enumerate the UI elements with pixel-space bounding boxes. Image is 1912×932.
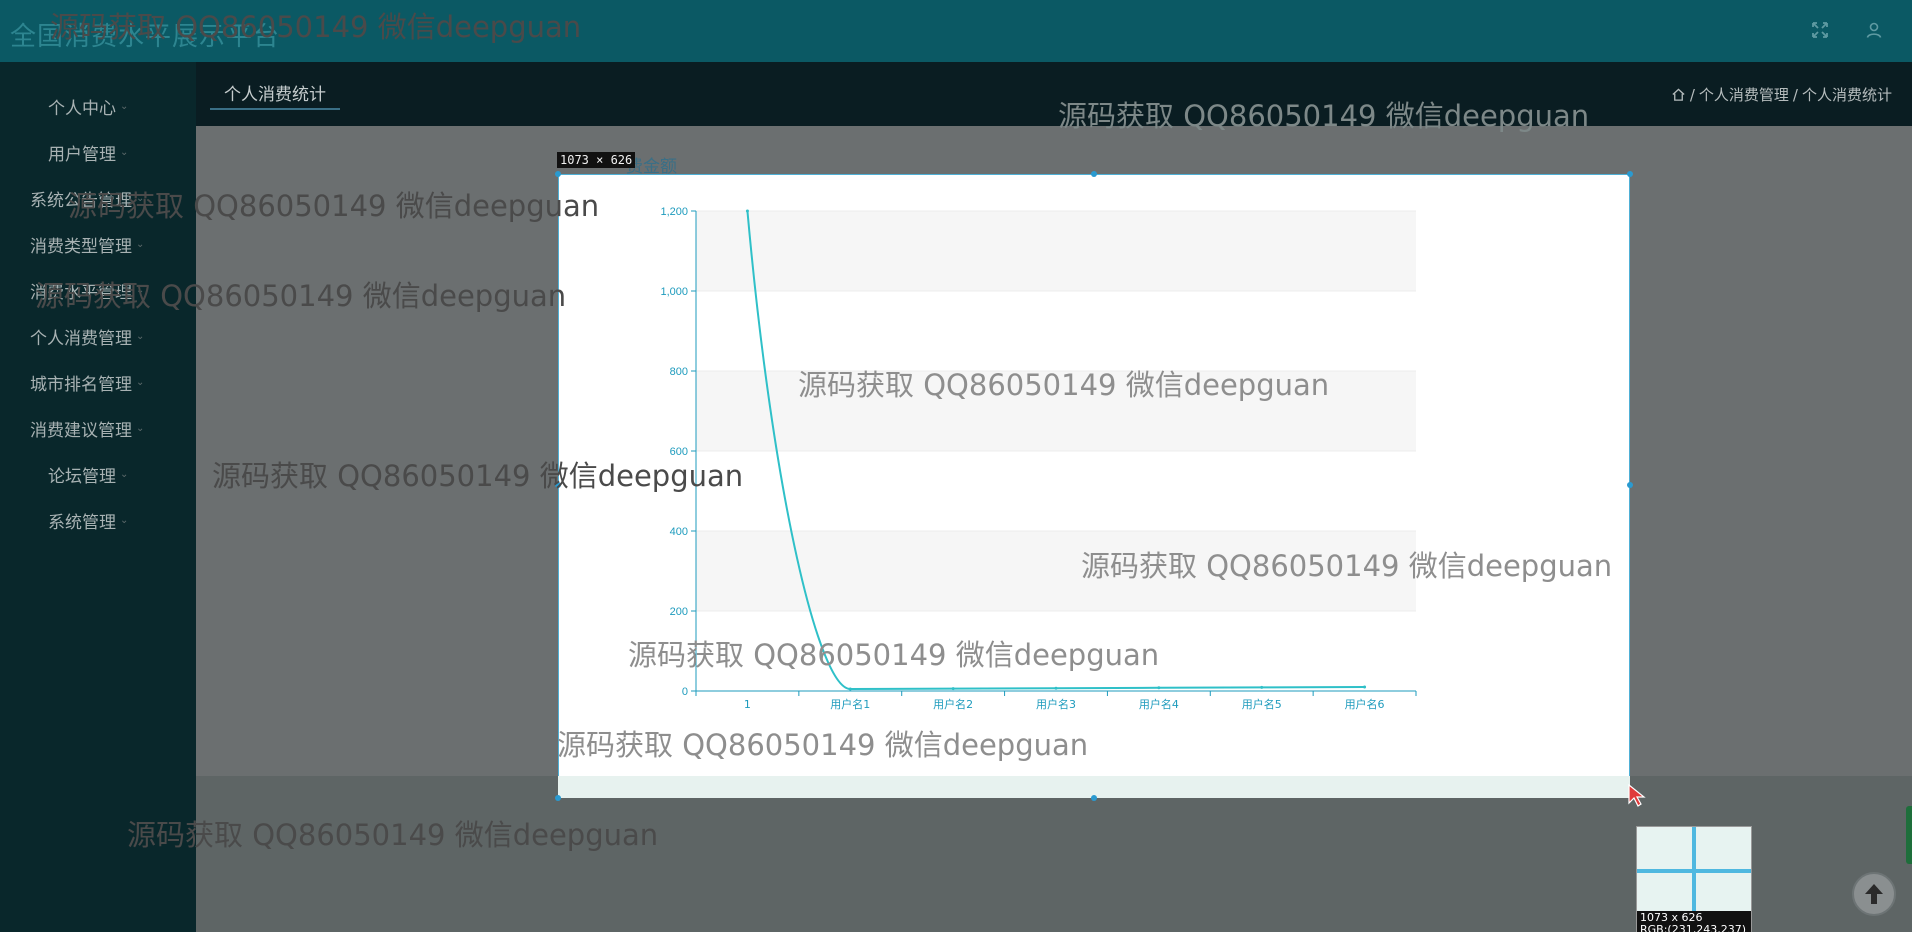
mouse-cursor-icon — [1628, 784, 1646, 807]
resize-handle[interactable] — [555, 795, 561, 801]
data-point — [1054, 686, 1058, 690]
breadcrumb: / 个人消费管理 / 个人消费统计 — [1671, 84, 1892, 105]
top-header: 全国消费水平展示平台 — [0, 0, 1912, 62]
sidebar-item-label: 消费建议管理 — [30, 420, 132, 441]
tab-personal-stats[interactable]: 个人消费统计 — [210, 76, 340, 110]
chevron-down-icon: ⌄ — [136, 330, 145, 342]
x-tick-label: 用户名3 — [1036, 697, 1076, 711]
sidebar-item-forum[interactable]: 论坛管理 ⌄ — [0, 459, 196, 489]
resize-handle[interactable] — [1091, 795, 1097, 801]
chevron-down-icon: ⌄ — [136, 238, 145, 250]
chevron-down-icon: ⌄ — [120, 100, 129, 112]
resize-handle[interactable] — [1627, 482, 1633, 488]
grid-band — [696, 211, 1416, 291]
y-tick-label: 1,200 — [660, 206, 688, 218]
y-tick-label: 1,000 — [660, 286, 688, 298]
chevron-down-icon: ⌄ — [120, 514, 129, 526]
sidebar-item-label: 消费水平管理 — [30, 282, 132, 303]
breadcrumb-separator: / — [1689, 85, 1695, 104]
sidebar-item-label: 消费类型管理 — [30, 236, 132, 257]
data-point — [1157, 686, 1161, 690]
x-tick-label: 用户名6 — [1345, 697, 1385, 711]
y-tick-label: 200 — [670, 606, 688, 618]
back-to-top-button[interactable] — [1852, 872, 1896, 916]
crosshair-vertical — [1692, 827, 1696, 911]
y-tick-label: 400 — [670, 526, 688, 538]
chart-panel: 0 200 400 600 800 1,000 1,200 1 用户名1 用户名2 用户名3 用户名4… — [558, 174, 1630, 798]
sidebar-item-label: 用户管理 — [48, 144, 116, 165]
magnifier-info: 1073 x 626 RGB:(231,243,237) — [1637, 911, 1751, 932]
breadcrumb-separator: / — [1792, 85, 1798, 104]
sidebar-item-label: 个人中心 — [48, 98, 116, 119]
resize-handle[interactable] — [555, 482, 561, 488]
arrow-up-icon — [1865, 884, 1883, 904]
resize-handle[interactable] — [1091, 171, 1097, 177]
sidebar-item-label: 个人消费管理 — [30, 328, 132, 349]
capture-size-label: 1073 × 626 — [557, 152, 636, 168]
sidebar-item-label: 论坛管理 — [48, 466, 116, 487]
home-icon[interactable] — [1671, 87, 1686, 102]
sidebar-item-user-management[interactable]: 用户管理 ⌄ — [0, 137, 196, 167]
grid-band — [696, 371, 1416, 451]
x-tick-label: 用户名5 — [1242, 697, 1282, 711]
sidebar-item-label: 系统公告管理 — [30, 190, 132, 211]
user-icon[interactable] — [1858, 14, 1890, 46]
side-tab[interactable] — [1906, 806, 1912, 864]
breadcrumb-item[interactable]: 个人消费管理 — [1699, 84, 1789, 105]
data-point — [1260, 685, 1264, 689]
y-tick-label: 0 — [682, 686, 688, 698]
x-tick-label: 用户名1 — [830, 697, 870, 711]
chevron-down-icon: ⌄ — [120, 468, 129, 480]
data-point — [951, 687, 955, 691]
consumption-line-chart: 0 200 400 600 800 1,000 1,200 1 用户名1 用户名2 用户名3 用户名4… — [660, 206, 1417, 711]
data-point — [848, 687, 852, 691]
sidebar-item-city-ranking[interactable]: 城市排名管理 ⌄ — [0, 367, 196, 397]
x-tick-label: 用户名4 — [1139, 697, 1179, 711]
chevron-down-icon: ⌄ — [136, 376, 145, 388]
breadcrumb-item: 个人消费统计 — [1801, 86, 1892, 104]
sidebar-item-system[interactable]: 系统管理 ⌄ — [0, 505, 196, 535]
chevron-down-icon: ⌄ — [136, 284, 145, 296]
y-tick-label: 600 — [670, 446, 688, 458]
resize-handle[interactable] — [555, 171, 561, 177]
magnifier-rgb: RGB:(231,243,237) — [1640, 923, 1746, 932]
sidebar-item-label: 城市排名管理 — [30, 374, 132, 395]
x-tick-label: 用户名2 — [933, 697, 973, 711]
sidebar: 个人中心 ⌄ 用户管理 ⌄ 系统公告管理 ⌄ 消费类型管理 ⌄ 消费水平管理 ⌄ 个人消费… — [0, 62, 196, 932]
sidebar-item-consumption-levels[interactable]: 消费水平管理 ⌄ — [0, 275, 196, 305]
data-point — [745, 209, 749, 213]
chevron-down-icon: ⌄ — [120, 146, 129, 158]
capture-magnifier: 1073 x 626 RGB:(231,243,237) — [1636, 826, 1752, 932]
data-point — [1363, 685, 1367, 689]
sidebar-item-personal-consumption[interactable]: 个人消费管理 ⌄ — [0, 321, 196, 351]
chevron-down-icon: ⌄ — [136, 422, 145, 434]
resize-handle[interactable] — [1627, 171, 1633, 177]
sidebar-item-consumption-types[interactable]: 消费类型管理 ⌄ — [0, 229, 196, 259]
content-header: 个人消费统计 / 个人消费管理 / 个人消费统计 — [196, 62, 1912, 126]
sidebar-item-announcements[interactable]: 系统公告管理 ⌄ — [0, 183, 196, 213]
y-tick-label: 800 — [670, 366, 688, 378]
app-title: 全国消费水平展示平台 — [10, 22, 281, 52]
sidebar-item-consumption-advice[interactable]: 消费建议管理 ⌄ — [0, 413, 196, 443]
grid-band — [696, 531, 1416, 611]
sidebar-item-label: 系统管理 — [48, 512, 116, 533]
x-tick-label: 1 — [744, 698, 751, 711]
expand-icon[interactable] — [1804, 14, 1836, 46]
sidebar-item-personal-center[interactable]: 个人中心 ⌄ — [0, 91, 196, 121]
chevron-down-icon: ⌄ — [136, 192, 145, 204]
